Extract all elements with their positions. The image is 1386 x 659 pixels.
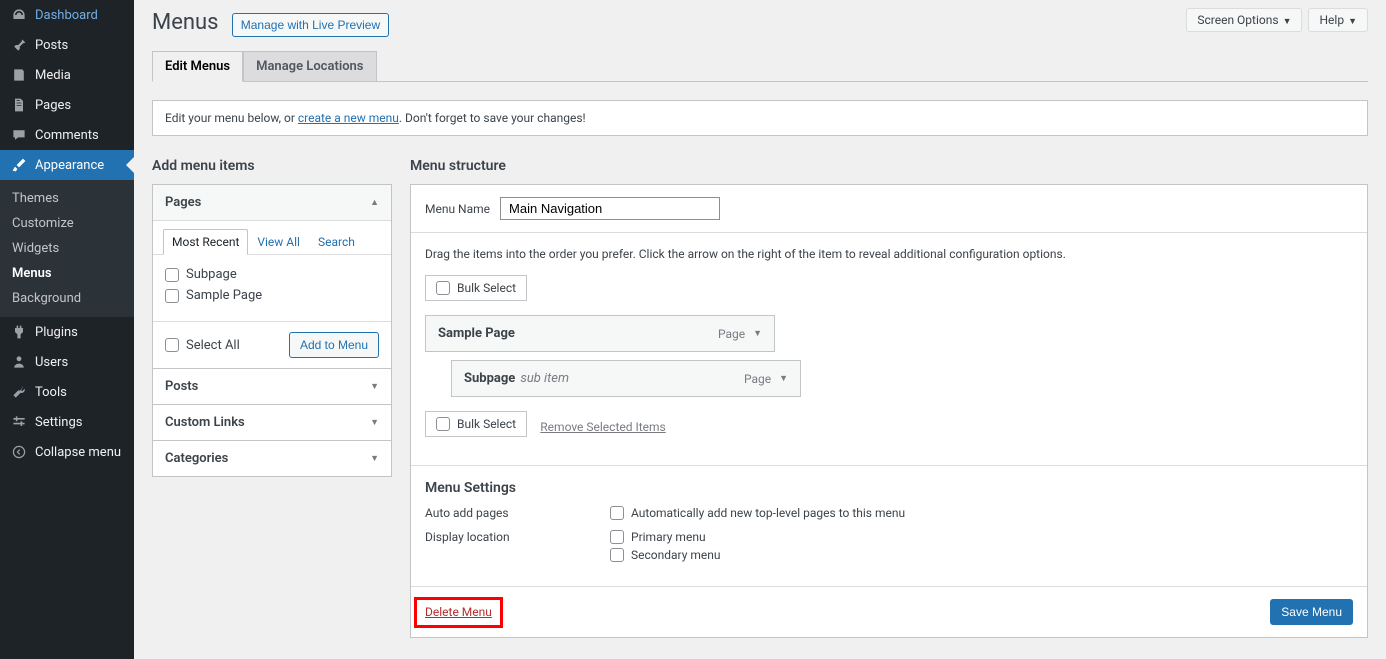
save-menu-button[interactable]: Save Menu (1270, 599, 1353, 625)
inner-tab-view-all[interactable]: View All (248, 229, 309, 255)
select-all-checkbox[interactable] (165, 338, 179, 352)
sidebar-item-label: Dashboard (35, 8, 98, 23)
display-location-label: Display location (425, 530, 610, 566)
user-icon (10, 354, 28, 370)
menu-item-title: Sample Page (438, 326, 515, 341)
caret-down-icon: ▼ (779, 373, 788, 384)
sidebar-item-label: Media (35, 68, 71, 83)
sidebar-sub-menus[interactable]: Menus (0, 261, 134, 286)
media-icon (10, 67, 28, 83)
sidebar-item-comments[interactable]: Comments (0, 120, 134, 150)
sidebar-item-label: Settings (35, 415, 82, 430)
page-item-label: Sample Page (186, 288, 262, 303)
sidebar-item-users[interactable]: Users (0, 347, 134, 377)
sidebar-item-label: Pages (35, 98, 71, 113)
sub-item-label: sub item (520, 371, 569, 386)
sidebar-item-label: Tools (35, 385, 67, 400)
brush-icon (10, 157, 28, 173)
plugin-icon (10, 324, 28, 340)
sidebar-item-appearance[interactable]: Appearance (0, 150, 134, 180)
sidebar-item-label: Appearance (35, 158, 104, 173)
caret-down-icon: ▼ (370, 453, 379, 464)
caret-up-icon: ▲ (370, 197, 379, 208)
drag-hint: Drag the items into the order you prefer… (425, 247, 1353, 261)
auto-add-checkbox[interactable] (610, 506, 624, 520)
sidebar-sub-background[interactable]: Background (0, 286, 134, 311)
caret-down-icon: ▼ (1283, 17, 1292, 27)
wrench-icon (10, 384, 28, 400)
sidebar-item-settings[interactable]: Settings (0, 407, 134, 437)
add-items-heading: Add menu items (152, 158, 392, 174)
menu-item-subpage[interactable]: Subpagesub item Page▼ (451, 360, 801, 397)
main-content: Screen Options▼ Help▼ Menus Manage with … (134, 0, 1386, 659)
sidebar-item-label: Posts (35, 38, 68, 53)
page-item-label: Subpage (186, 267, 237, 282)
create-menu-link[interactable]: create a new menu (298, 111, 399, 125)
admin-sidebar: Dashboard Posts Media Pages Comments App… (0, 0, 134, 659)
menu-settings-heading: Menu Settings (425, 480, 1353, 496)
sidebar-item-posts[interactable]: Posts (0, 30, 134, 60)
nav-tabs: Edit Menus Manage Locations (152, 51, 1368, 82)
menu-name-input[interactable] (500, 197, 720, 220)
tab-edit-menus[interactable]: Edit Menus (152, 51, 243, 82)
inner-tab-recent[interactable]: Most Recent (163, 229, 248, 255)
pages-icon (10, 97, 28, 113)
checkbox-subpage[interactable] (165, 268, 179, 282)
live-preview-button[interactable]: Manage with Live Preview (232, 13, 389, 37)
sidebar-submenu: Themes Customize Widgets Menus Backgroun… (0, 180, 134, 317)
caret-down-icon: ▼ (370, 417, 379, 428)
collapse-icon (10, 444, 28, 460)
pin-icon (10, 37, 28, 53)
sidebar-sub-themes[interactable]: Themes (0, 186, 134, 211)
sidebar-sub-widgets[interactable]: Widgets (0, 236, 134, 261)
screen-options-tab[interactable]: Screen Options▼ (1186, 8, 1302, 32)
menu-item-title: Subpage (464, 371, 515, 386)
accordion-pages-header[interactable]: Pages▲ (153, 185, 391, 221)
select-all-label: Select All (186, 338, 240, 353)
sidebar-item-label: Users (35, 355, 68, 370)
accordion-categories-header[interactable]: Categories▼ (153, 441, 391, 476)
caret-down-icon: ▼ (1348, 17, 1357, 27)
sidebar-item-plugins[interactable]: Plugins (0, 317, 134, 347)
auto-add-label: Auto add pages (425, 506, 610, 524)
bulk-select-top[interactable]: Bulk Select (425, 275, 527, 301)
menu-structure-heading: Menu structure (410, 158, 1368, 174)
page-title: Menus (152, 10, 219, 35)
bulk-select-checkbox[interactable] (436, 281, 450, 295)
accordion-posts-header[interactable]: Posts▼ (153, 369, 391, 404)
menu-name-label: Menu Name (425, 202, 490, 216)
menu-item-sample-page[interactable]: Sample Page Page▼ (425, 315, 775, 352)
sidebar-item-dashboard[interactable]: Dashboard (0, 0, 134, 30)
primary-menu-checkbox[interactable] (610, 530, 624, 544)
accordion-pages: Pages▲ Most Recent View All Search Subpa… (152, 184, 392, 369)
caret-down-icon: ▼ (753, 328, 762, 339)
sidebar-sub-customize[interactable]: Customize (0, 211, 134, 236)
sidebar-item-pages[interactable]: Pages (0, 90, 134, 120)
bulk-select-checkbox[interactable] (436, 417, 450, 431)
caret-down-icon: ▼ (370, 381, 379, 392)
delete-menu-link[interactable]: Delete Menu (425, 605, 492, 619)
sidebar-item-label: Collapse menu (35, 445, 121, 460)
tab-manage-locations[interactable]: Manage Locations (243, 51, 376, 82)
dashboard-icon (10, 7, 28, 23)
sidebar-item-label: Comments (35, 128, 99, 143)
menu-frame: Menu Name Drag the items into the order … (410, 184, 1368, 638)
sidebar-collapse[interactable]: Collapse menu (0, 437, 134, 467)
remove-selected-link[interactable]: Remove Selected Items (540, 420, 665, 434)
accordion-custom-links-header[interactable]: Custom Links▼ (153, 405, 391, 440)
notice: Edit your menu below, or create a new me… (152, 100, 1368, 136)
inner-tab-search[interactable]: Search (309, 229, 364, 255)
checkbox-sample-page[interactable] (165, 289, 179, 303)
sidebar-item-tools[interactable]: Tools (0, 377, 134, 407)
add-to-menu-button[interactable]: Add to Menu (289, 332, 379, 358)
help-tab[interactable]: Help▼ (1308, 8, 1368, 32)
secondary-menu-checkbox[interactable] (610, 548, 624, 562)
sidebar-item-media[interactable]: Media (0, 60, 134, 90)
sliders-icon (10, 414, 28, 430)
comment-icon (10, 127, 28, 143)
sidebar-item-label: Plugins (35, 325, 78, 340)
bulk-select-bottom[interactable]: Bulk Select (425, 411, 527, 437)
